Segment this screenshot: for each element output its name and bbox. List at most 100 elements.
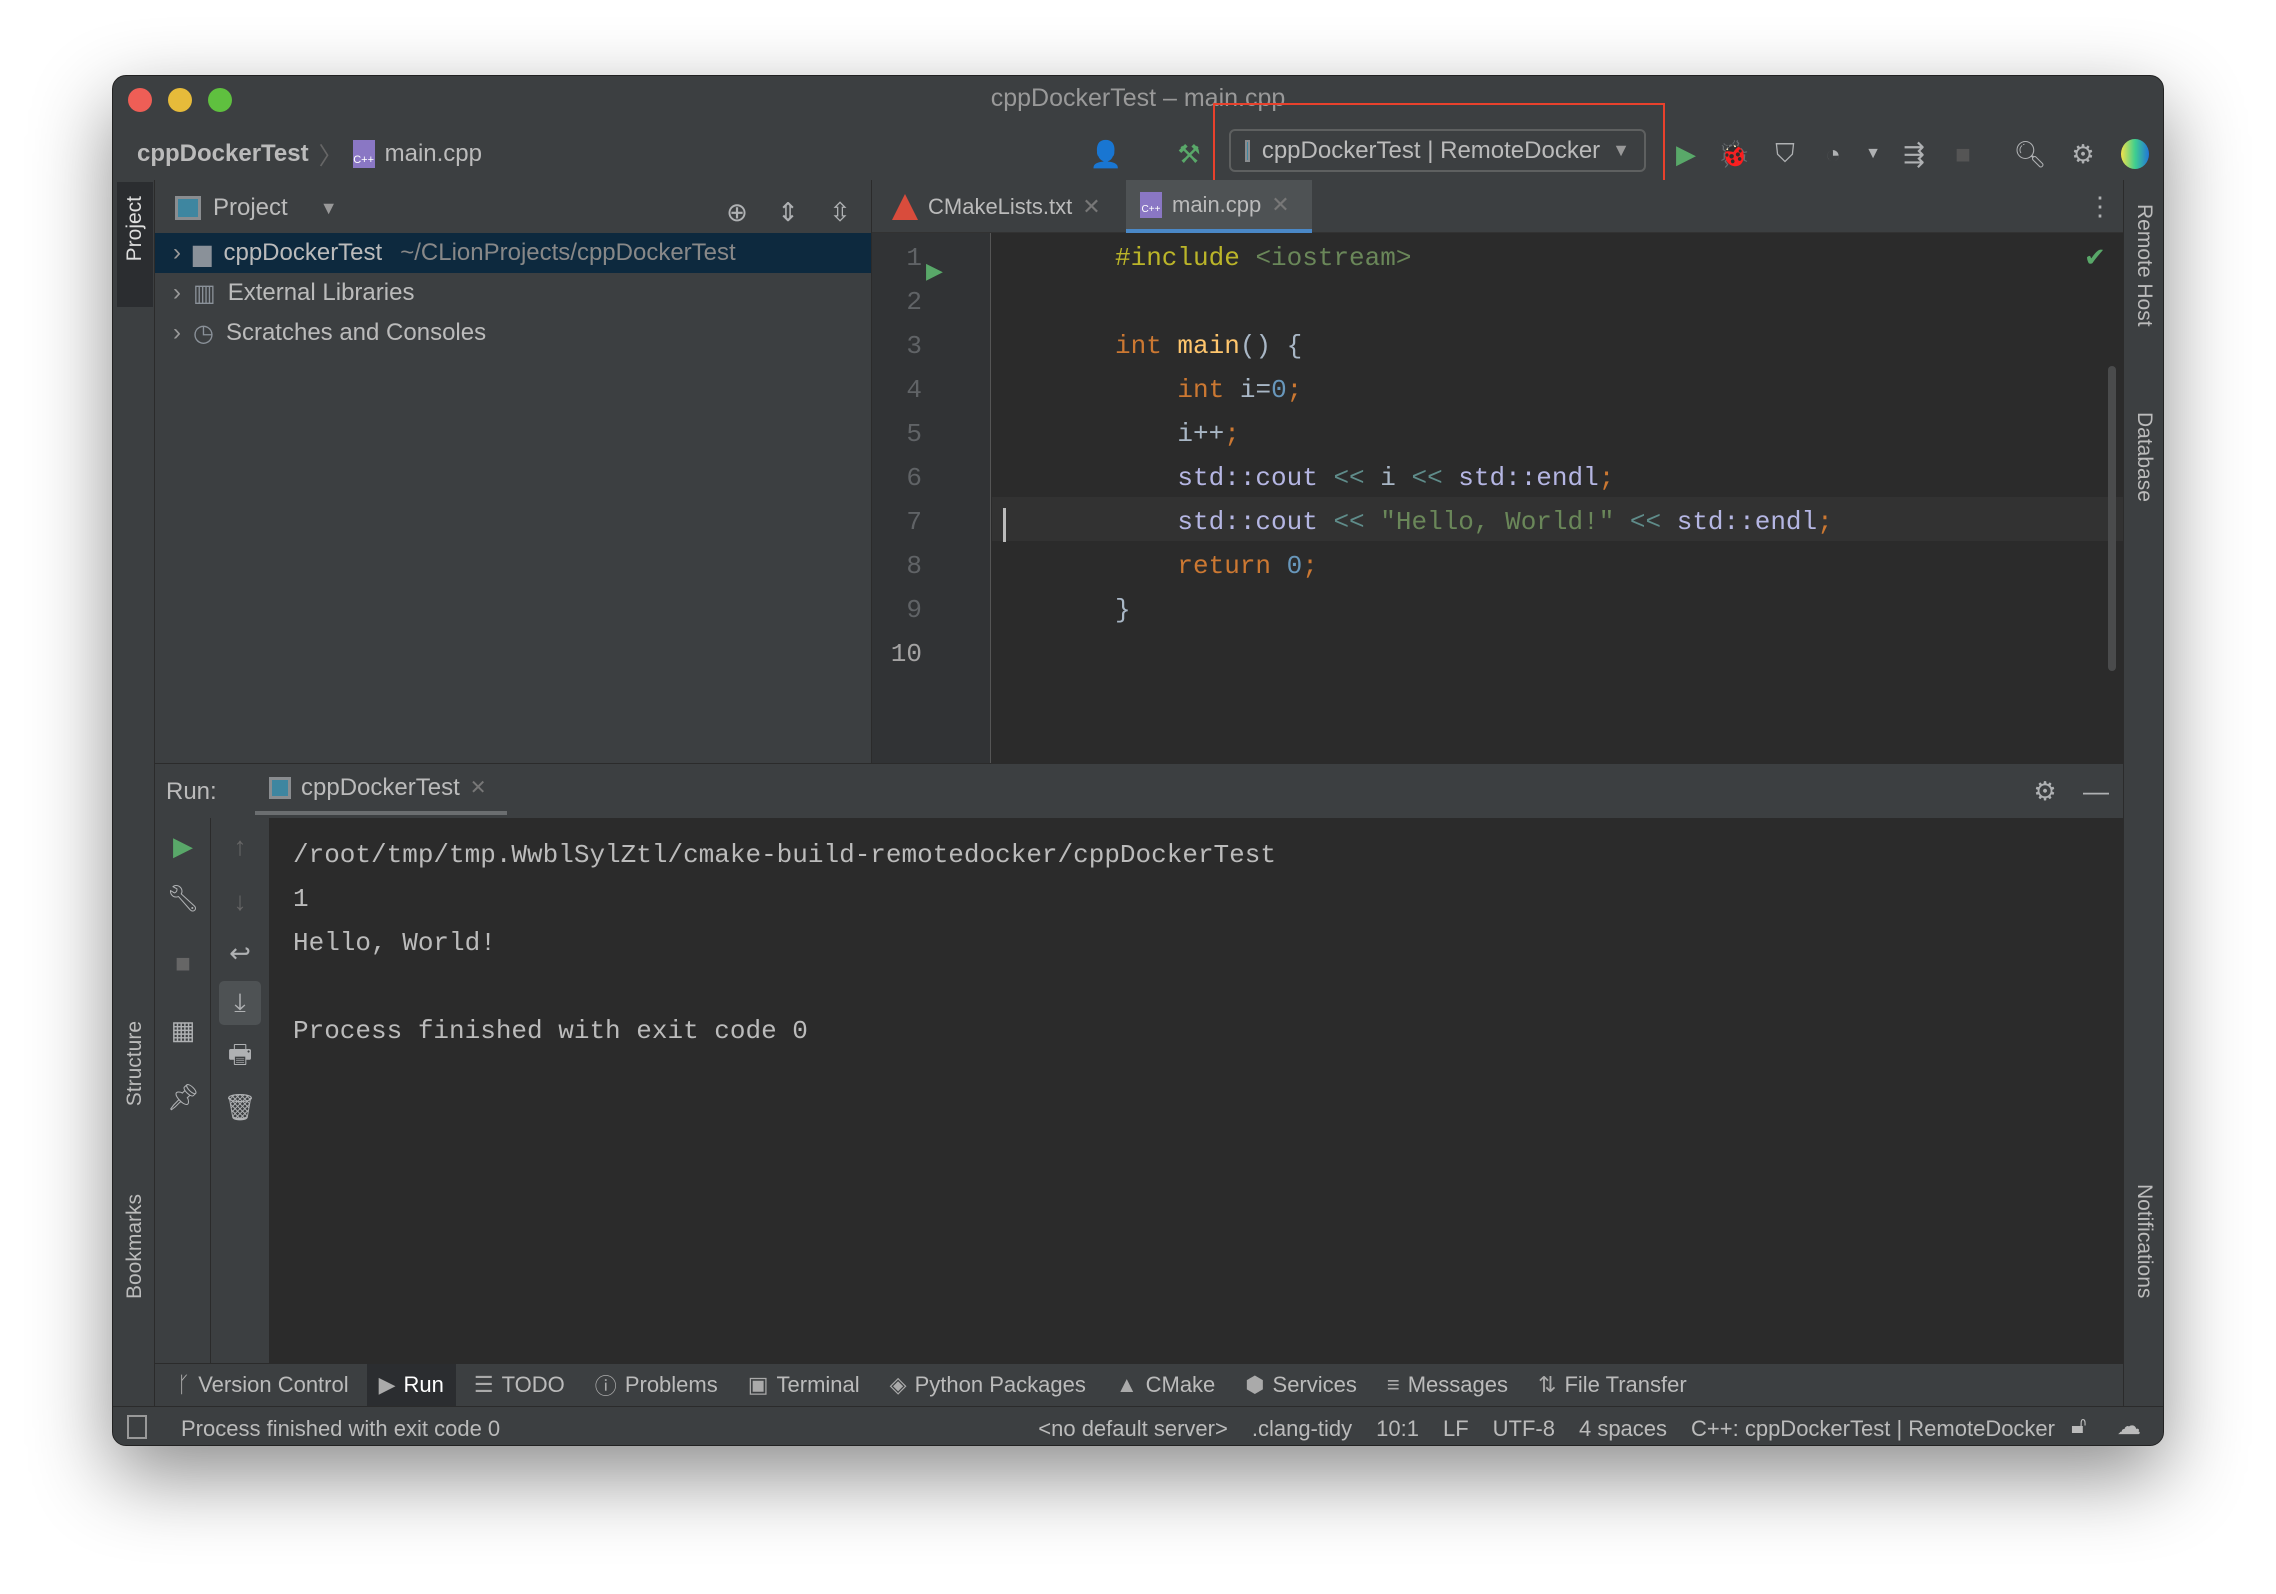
stripe-project-button[interactable]: Project — [117, 182, 153, 307]
inspector-icon[interactable]: ☁ — [2117, 1412, 2141, 1441]
project-view-selector[interactable]: Project ▼ — [175, 194, 338, 222]
stripe-project-label: Project — [123, 196, 146, 262]
arrow-up-icon[interactable]: ↑ — [222, 828, 258, 864]
trash-icon[interactable]: 🗑︎ — [222, 1089, 258, 1125]
tool-tab-todo[interactable]: ☰ TODO — [462, 1364, 577, 1407]
tab-cmakelists[interactable]: CMakeLists.txt ✕ — [892, 180, 1101, 233]
close-tab-icon[interactable]: ✕ — [1082, 194, 1100, 220]
stop-icon[interactable]: ■ — [1945, 136, 1981, 172]
pin-icon[interactable]: 📌︎ — [165, 1079, 201, 1115]
status-item[interactable]: UTF-8 — [1493, 1416, 1555, 1442]
editor: CMakeLists.txt ✕ C++ main.cpp ✕ ⋮ 1 #incl… — [872, 180, 2123, 763]
breadcrumb-file[interactable]: main.cpp — [385, 140, 482, 168]
close-tab-icon[interactable]: ✕ — [470, 775, 487, 800]
tree-item[interactable]: › ▆ cppDockerTest ~/CLionProjects/cppDocker… — [155, 233, 871, 273]
gear-icon[interactable]: ⚙ — [2065, 136, 2101, 172]
inspection-ok-icon[interactable]: ✔ — [2084, 242, 2106, 273]
tool-tab-messages[interactable]: ≡ Messages — [1375, 1364, 1520, 1407]
layout-icon[interactable]: ▦ — [165, 1012, 201, 1048]
line-number: 1 — [906, 243, 922, 273]
console-line: /root/tmp/tmp.WwblSylZtl/cmake-build-rem… — [293, 840, 1276, 870]
run-console-output[interactable]: /root/tmp/tmp.WwblSylZtl/cmake-build-rem… — [270, 818, 2123, 1438]
code-token: 0 — [1271, 375, 1287, 405]
tool-tab-terminal[interactable]: ▣ Terminal — [736, 1364, 872, 1407]
console-line: Process finished with exit code 0 — [293, 1016, 808, 1046]
run-gutter-icon[interactable]: ▶ — [926, 258, 943, 284]
expand-all-icon[interactable]: ⇕ — [770, 194, 806, 230]
search-icon[interactable]: 🔍︎ — [2012, 136, 2048, 172]
print-icon[interactable]: 🖶 — [222, 1039, 258, 1076]
tool-tab-version-control[interactable]: ᚴ Version Control — [165, 1364, 361, 1407]
coverage-icon[interactable]: ⛉ — [1767, 136, 1803, 172]
rerun-icon[interactable]: ▶ — [165, 828, 201, 864]
editor-scrollbar[interactable] — [2108, 366, 2116, 671]
hide-panel-icon[interactable]: — — [2078, 773, 2114, 809]
code-token: "Hello, World!" — [1380, 507, 1630, 537]
wrench-icon[interactable]: 🔧︎ — [165, 880, 201, 916]
code-token: << — [1629, 507, 1677, 537]
arrow-down-icon[interactable]: ↓ — [222, 883, 258, 919]
stripe-bookmarks-button[interactable]: Bookmarks — [123, 1194, 147, 1299]
toolbox-logo-icon[interactable] — [2121, 139, 2149, 169]
tree-item[interactable]: › ▥ External Libraries — [155, 273, 871, 313]
status-item[interactable]: 10:1 — [1376, 1416, 1419, 1442]
code-token: << — [1333, 463, 1381, 493]
code-area[interactable]: 1 #include <iostream> 2 3 int main() {4 int … — [872, 236, 2123, 676]
breadcrumb: cppDockerTest 〉 C++ main.cpp — [137, 139, 482, 170]
status-bar: Process finished with exit code 0 <no de… — [113, 1406, 2163, 1445]
profile-icon[interactable]: ◔ — [1815, 136, 1851, 172]
tool-tab-python-packages[interactable]: ◈ Python Packages — [878, 1364, 1098, 1407]
attach-icon[interactable]: ⇶ — [1896, 136, 1932, 172]
stripe-notifications-button[interactable]: Notifications — [2132, 1184, 2156, 1298]
profile-dropdown-icon[interactable]: ▼ — [1855, 136, 1891, 172]
code-token: #include — [1115, 243, 1256, 273]
scroll-to-end-icon[interactable]: ⤓ — [219, 981, 261, 1025]
settings-icon[interactable]: ⚙ — [2027, 773, 2063, 809]
code-line: 1 #include <iostream> — [872, 236, 2123, 280]
status-item[interactable]: .clang-tidy — [1252, 1416, 1352, 1442]
run-toolbar-primary: ▶ 🔧︎ ■ ▦ 📌︎ — [155, 818, 211, 1438]
run-panel-header: Run: cppDockerTest ✕ ⚙ — — [155, 763, 2123, 818]
code-line: 2 — [872, 280, 2123, 324]
code-line: 6 std::cout << i << std::endl; — [872, 456, 2123, 500]
tool-tab-cmake[interactable]: ▲ CMake — [1104, 1364, 1227, 1407]
build-hammer-icon[interactable]: ⚒ — [1171, 136, 1207, 172]
tool-tab-run[interactable]: ▶ Run — [366, 1363, 456, 1407]
status-item[interactable]: <no default server> — [1038, 1416, 1228, 1442]
status-item[interactable]: C++: cppDockerTest | RemoteDocker — [1691, 1416, 2055, 1442]
line-number: 7 — [906, 507, 922, 537]
tab-main-cpp[interactable]: C++ main.cpp ✕ — [1126, 180, 1312, 233]
chevron-right-icon[interactable]: › — [173, 279, 181, 307]
code-text: std::cout << i << std::endl; — [1115, 463, 1614, 493]
status-item[interactable]: LF — [1443, 1416, 1469, 1442]
more-options-icon[interactable]: ⋮ — [2082, 188, 2118, 224]
stripe-structure-button[interactable]: Structure — [123, 1021, 147, 1106]
collapse-all-icon[interactable]: ⇳ — [822, 194, 858, 230]
locate-file-icon[interactable]: ⊕ — [719, 194, 755, 230]
lock-icon[interactable]: 🔓︎ — [2071, 1412, 2087, 1440]
chevron-right-icon[interactable]: › — [173, 319, 181, 347]
status-item[interactable]: 4 spaces — [1579, 1416, 1667, 1442]
tool-tab-services[interactable]: ⬢ Services — [1233, 1364, 1369, 1407]
code-token: i++ — [1115, 419, 1225, 449]
code-token: <iostream> — [1255, 243, 1412, 273]
breadcrumb-project[interactable]: cppDockerTest — [137, 140, 309, 168]
debug-icon[interactable]: 🐞 — [1716, 136, 1752, 172]
user-icon[interactable]: 👤 — [1088, 136, 1124, 172]
run-config-dropdown[interactable]: cppDockerTest | RemoteDocker ▼ — [1229, 129, 1646, 172]
run-icon[interactable]: ▶ — [1668, 136, 1704, 172]
cmake-icon — [892, 193, 918, 220]
stop-icon[interactable]: ■ — [165, 945, 201, 981]
close-tab-icon[interactable]: ✕ — [1271, 192, 1289, 218]
soft-wrap-icon[interactable]: ↩ — [222, 935, 258, 971]
tree-item[interactable]: › ◷ Scratches and Consoles — [155, 313, 871, 353]
right-tool-stripe: Remote Host Database Notifications — [2123, 180, 2163, 1406]
stripe-remote-host-button[interactable]: Remote Host — [2132, 204, 2156, 327]
tool-tab-problems[interactable]: ⓘ Problems — [583, 1364, 730, 1407]
run-tab[interactable]: cppDockerTest ✕ — [255, 764, 507, 815]
stripe-database-button[interactable]: Database — [2132, 412, 2156, 502]
chevron-right-icon[interactable]: › — [173, 239, 181, 267]
tool-tab-file-transfer[interactable]: ⇅ File Transfer — [1526, 1364, 1699, 1407]
config-icon — [1245, 139, 1250, 162]
toggle-tool-windows-icon[interactable] — [127, 1415, 147, 1439]
